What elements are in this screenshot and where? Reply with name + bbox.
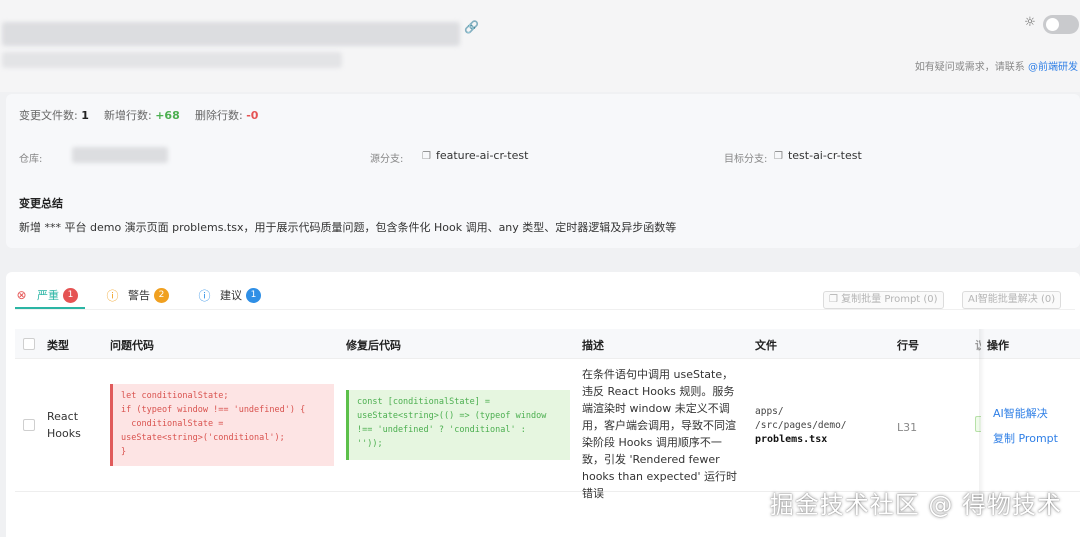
issue-type: React Hooks [47,410,81,440]
summary-card: 变更文件数: 1 新增行数: +68 删除行数: -0 仓库: 源分支: ❐ fe… [6,94,1080,248]
source-branch-label: 源分支: [370,154,404,165]
active-tab-indicator [15,307,85,309]
table-row: React Hooks let conditionalState; if (ty… [15,360,1080,500]
col-file: 文件 [755,339,777,352]
ai-resolve-link[interactable]: AI智能解决 [993,405,1048,422]
summary-title: 变更总结 [19,197,63,210]
file-path: apps/ /src/pages/demo/ problems.tsx [755,406,847,445]
blurred-repo [72,147,168,163]
col-type: 类型 [47,339,69,352]
copy-batch-prompt-button[interactable]: ❐ 复制批量 Prompt (0) [823,291,944,309]
contact-link[interactable]: @前端研发 [1028,62,1078,73]
fixed-code-block: const [conditionalState] = useState<stri… [346,390,570,460]
repo-label: 仓库: [19,154,43,165]
theme-toggle[interactable] [1043,15,1079,34]
blurred-title [2,22,460,46]
deleted-stat: 删除行数: -0 [195,109,259,122]
tab-warning[interactable]: ⓘ 警告 2 [106,286,169,304]
warning-circle-icon: ⓘ [106,288,119,303]
watermark: 掘金技术社区 @ 得物技术 [769,491,1062,519]
copy-icon: ❐ [774,151,783,162]
ai-batch-resolve-button[interactable]: AI智能批量解决 (0) [962,291,1062,309]
target-branch-label: 目标分支: [724,154,768,165]
sticky-column-shadow [979,329,985,504]
files-stat: 变更文件数: 1 [19,109,89,122]
col-action: 操作 [987,339,1009,352]
copy-prompt-link[interactable]: 复制 Prompt [993,430,1058,447]
info-circle-icon: ⓘ [198,288,211,303]
col-fixed-code: 修复后代码 [346,339,401,352]
tab-divider [15,309,1075,310]
tab-suggestion[interactable]: ⓘ 建议 1 [198,286,261,304]
help-text: 如有疑问或需求，请联系 @前端研发 [915,58,1078,73]
row-checkbox[interactable] [23,419,35,431]
help-label: 如有疑问或需求，请联系 [914,62,1025,73]
blurred-subtitle [2,52,342,68]
source-branch[interactable]: ❐ feature-ai-cr-test [422,149,528,162]
problem-code-block: let conditionalState; if (typeof window … [110,384,334,466]
copy-icon: ❐ [829,294,842,305]
copy-icon: ❐ [422,151,431,162]
added-stat: 新增行数: +68 [104,109,180,122]
issue-description: 在条件语句中调用 useState，违反 React Hooks 规则。服务端渲… [582,368,737,500]
deleted-count: -0 [246,109,259,122]
files-count: 1 [81,109,89,122]
select-all-checkbox[interactable] [23,338,35,350]
warning-count-badge: 2 [154,287,169,303]
target-branch[interactable]: ❐ test-ai-cr-test [774,149,862,162]
summary-text: 新增 *** 平台 demo 演示页面 problems.tsx，用于展示代码质… [19,221,677,234]
sun-icon: ☼ [1024,15,1036,30]
critical-count-badge: 1 [63,287,78,303]
line-number: L31 [897,421,918,434]
close-circle-icon: ⊗ [16,288,27,302]
col-problem-code: 问题代码 [110,339,154,352]
page-header: 🔗 ☼ 如有疑问或需求，请联系 @前端研发 [0,0,1080,92]
table-header: 类型 问题代码 修复后代码 描述 文件 行号 议 操作 [15,329,1080,359]
tab-critical[interactable]: ⊗ 严重 1 [15,286,78,304]
added-count: +68 [155,109,180,122]
col-line: 行号 [897,339,919,352]
col-description: 描述 [582,339,604,352]
suggestion-count-badge: 1 [246,287,261,303]
link-icon[interactable]: 🔗 [464,21,479,34]
